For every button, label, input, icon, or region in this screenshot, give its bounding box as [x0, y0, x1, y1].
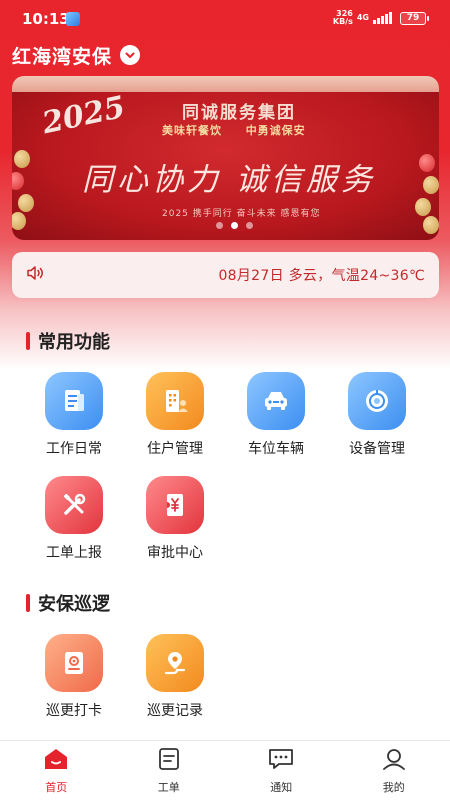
tab-label: 通知: [270, 781, 293, 794]
section-common-functions: 常用功能: [26, 328, 110, 354]
chat-icon: [267, 747, 295, 775]
section-accent-bar: [26, 594, 30, 612]
function-label: 工作日常: [46, 441, 102, 457]
tools-icon: [45, 476, 103, 534]
tab-work-orders[interactable]: 工单: [113, 741, 226, 800]
function-device-management[interactable]: 设备管理: [332, 372, 422, 464]
function-resident-management[interactable]: 住户管理: [130, 372, 220, 464]
section-accent-bar: [26, 332, 30, 350]
banner-slogan: 同心协力 诚信服务: [82, 162, 376, 198]
community-name: 红海湾安保: [12, 45, 113, 68]
network-speed-unit: KB/s: [332, 17, 353, 26]
banner-subtitle: 美味轩餐饮 中勇诚保安: [162, 122, 306, 138]
function-label: 工单上报: [46, 545, 102, 561]
banner-carousel[interactable]: 2025 同诚服务集团 美味轩餐饮 中勇诚保安 同心协力 诚信服务 2025 携…: [12, 76, 439, 240]
patrol-checkin-icon: [45, 634, 103, 692]
function-patrol-records[interactable]: 巡更记录: [130, 634, 220, 726]
function-label: 住户管理: [147, 441, 203, 457]
document-icon: [45, 372, 103, 430]
section-title: 常用功能: [38, 332, 110, 353]
approval-ticket-icon: [146, 476, 204, 534]
carousel-dot[interactable]: [216, 222, 223, 229]
clipboard-icon: [156, 747, 182, 775]
function-label: 审批中心: [147, 545, 203, 561]
status-bar: 10:13 326 KB/s 4G 79: [0, 0, 450, 40]
carousel-indicators[interactable]: [216, 222, 253, 229]
tab-label: 我的: [382, 781, 405, 794]
status-time: 10:13: [22, 10, 70, 28]
status-indicators: 326 KB/s 4G 79: [333, 10, 429, 26]
network-type: 4G: [356, 13, 369, 22]
function-label: 巡更记录: [147, 703, 203, 719]
battery-level: 79: [406, 12, 420, 23]
function-patrol-checkin[interactable]: 巡更打卡: [29, 634, 119, 726]
building-person-icon: [146, 372, 204, 430]
banner-sub-left: 美味轩餐饮: [162, 124, 222, 137]
community-selector[interactable]: 红海湾安保: [12, 42, 141, 68]
car-icon: [247, 372, 305, 430]
home-icon: [43, 747, 69, 775]
battery-icon: 79: [400, 11, 429, 25]
carousel-dot[interactable]: [246, 222, 253, 229]
user-icon: [381, 747, 407, 775]
notification-app-icon: [66, 12, 80, 26]
weather-text: 08月27日 多云，气温24~36℃: [218, 268, 425, 284]
function-work-daily[interactable]: 工作日常: [29, 372, 119, 464]
function-parking-vehicles[interactable]: 车位车辆: [231, 372, 321, 464]
device-ring-icon: [348, 372, 406, 430]
tab-home[interactable]: 首页: [0, 741, 113, 800]
section-title: 安保巡逻: [38, 594, 110, 615]
tab-profile[interactable]: 我的: [338, 741, 450, 800]
banner-year: 2025: [39, 89, 129, 142]
bottom-tab-bar: 首页 工单 通知 我的: [0, 740, 450, 800]
banner-ceiling: [12, 76, 439, 92]
chevron-down-icon[interactable]: [120, 45, 141, 65]
banner-footer: 2025 携手同行 奋斗未来 感恩有您: [162, 209, 321, 219]
balloons-left: [12, 146, 42, 240]
function-label: 设备管理: [349, 441, 405, 457]
network-speed: 326 KB/s: [333, 10, 353, 26]
banner-sub-right: 中勇诚保安: [245, 124, 306, 137]
section-security-patrol: 安保巡逻: [26, 590, 110, 616]
weather-notice: 08月27日 多云，气温24~36℃: [12, 252, 439, 298]
speaker-icon: [26, 265, 46, 285]
balloons-right: [409, 146, 439, 240]
function-label: 巡更打卡: [46, 703, 102, 719]
function-label: 车位车辆: [248, 441, 304, 457]
tab-label: 工单: [157, 781, 180, 794]
signal-icon: [373, 12, 392, 24]
function-approval-center[interactable]: 审批中心: [130, 476, 220, 568]
banner-company: 同诚服务集团: [182, 103, 296, 123]
tab-notifications[interactable]: 通知: [225, 741, 338, 800]
tab-label: 首页: [45, 781, 68, 794]
route-pin-icon: [146, 634, 204, 692]
carousel-dot-active[interactable]: [231, 222, 238, 229]
function-work-order-report[interactable]: 工单上报: [29, 476, 119, 568]
